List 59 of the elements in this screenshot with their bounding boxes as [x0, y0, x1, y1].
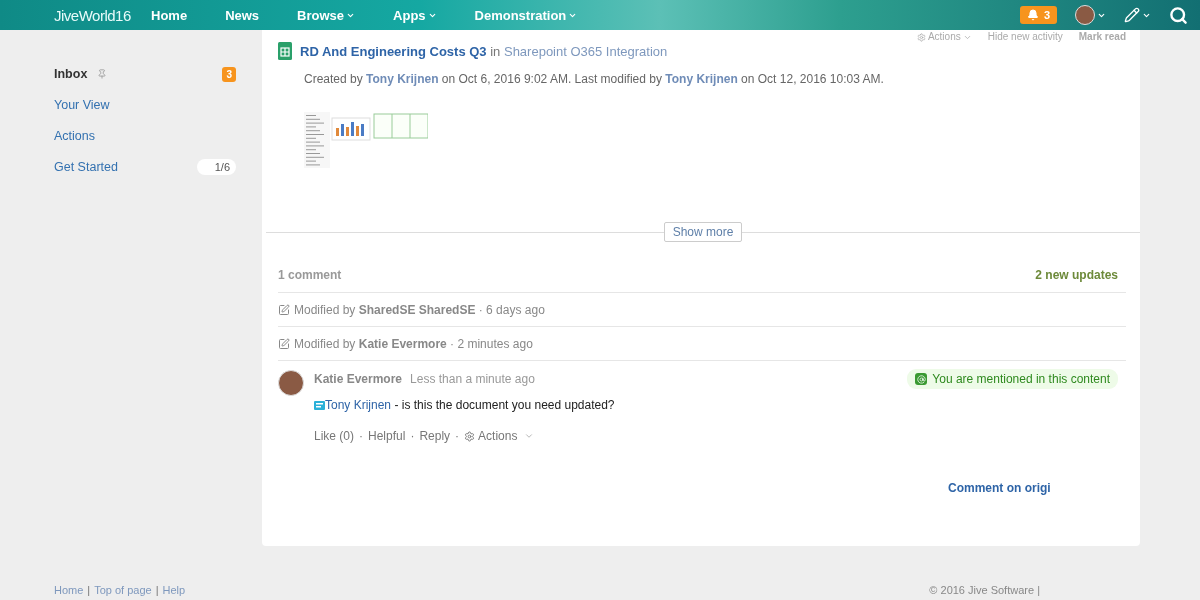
nav-link[interactable]: Apps	[393, 7, 437, 23]
place-link[interactable]: Sharepoint O365 Integration	[503, 43, 668, 59]
sidebar-link[interactable]: Your View	[54, 98, 110, 112]
separator: ·	[359, 429, 363, 443]
separator: ·	[410, 429, 415, 443]
logo[interactable]: JiveWorld16	[54, 6, 151, 24]
toolbar-link[interactable]: Actions	[916, 32, 972, 42]
separator: |	[87, 584, 91, 596]
avatar[interactable]	[1075, 5, 1095, 25]
edit-icon	[278, 303, 290, 316]
update-text: Modified by SharedSE SharedSE · 6 days ago	[294, 302, 545, 317]
author-link[interactable]: Tony Krijnen	[665, 72, 738, 86]
author-link[interactable]: Tony Krijnen	[366, 72, 439, 86]
comment-link[interactable]: Comment on origi	[948, 481, 1126, 495]
toolbar-link[interactable]: Mark read	[1078, 32, 1126, 42]
gear-icon	[464, 430, 476, 442]
edit-icon	[278, 337, 290, 350]
comment-text: Tony Krijnen - is this the document you need updated?	[314, 398, 1126, 412]
nav-link[interactable]: Demonstration	[474, 7, 578, 23]
document-title[interactable]: RD And Engineering Costs Q3	[300, 43, 487, 59]
new-updates-label[interactable]: 2 new updates	[1035, 268, 1118, 282]
comment-action-link[interactable]: Actions	[464, 429, 535, 443]
nav-link[interactable]: News	[225, 7, 260, 23]
comment-action-link[interactable]: Reply	[419, 429, 451, 443]
spreadsheet-icon	[278, 42, 292, 60]
separator: ·	[455, 429, 460, 443]
user-card-icon	[314, 400, 325, 410]
separator: |	[155, 584, 159, 596]
nav-link[interactable]: Home	[151, 7, 188, 23]
footer-link[interactable]: Help	[162, 584, 186, 596]
footer-link[interactable]: Top of page	[94, 584, 152, 596]
update-text: Modified by Katie Evermore · 2 minutes ago	[294, 336, 533, 351]
sidebar-title[interactable]: Inbox	[54, 67, 88, 81]
nav-link[interactable]: Browse	[297, 7, 356, 23]
mention-link[interactable]: Tony Krijnen	[325, 398, 392, 412]
bell-icon	[1026, 9, 1039, 21]
in-label: in	[490, 43, 501, 59]
count-badge: 3	[222, 66, 236, 82]
sidebar-link[interactable]: Get Started	[54, 160, 118, 174]
document-meta: Created by Tony Krijnen on Oct 6, 2016 9:02 AM. Last modified by Tony Krijnen on Oct 12, 2016 10:03 AM.	[304, 72, 885, 86]
comment-action-link[interactable]: Helpful	[368, 429, 406, 443]
avatar[interactable]	[278, 370, 304, 396]
comment-action-link[interactable]: Like (0)	[314, 429, 354, 443]
pencil-icon[interactable]	[1124, 7, 1140, 23]
caret-icon	[524, 431, 535, 441]
comment-time: Less than a minute ago	[410, 372, 535, 386]
mention-badge: You are mentioned in this content	[907, 369, 1118, 389]
comment-author[interactable]: Katie Evermore	[314, 372, 403, 386]
gear-icon	[916, 32, 926, 42]
footer-link[interactable]: Home	[54, 584, 84, 596]
copyright: © 2016 Jive Software |	[929, 584, 1040, 596]
show-more-button[interactable]: Show more	[663, 222, 743, 242]
comment-count: 1 comment	[278, 268, 342, 282]
at-icon	[915, 373, 928, 385]
toolbar-link[interactable]: Hide new activity	[987, 32, 1063, 42]
sidebar-link[interactable]: Actions	[54, 129, 95, 143]
notifications-button[interactable]: 3	[1019, 6, 1057, 24]
search-icon[interactable]	[1169, 5, 1188, 25]
progress-pill: 1/6	[196, 159, 236, 175]
